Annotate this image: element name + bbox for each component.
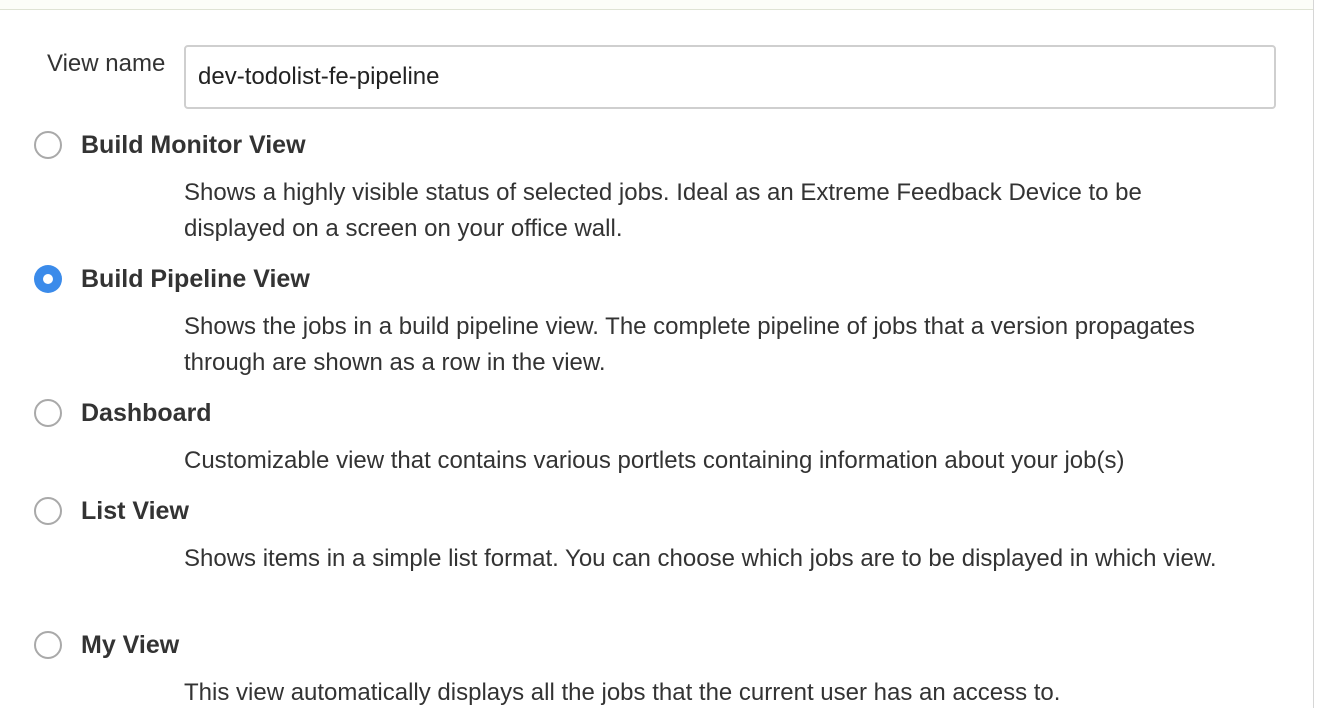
radio-dashboard[interactable] — [34, 399, 62, 427]
radio-list-view[interactable] — [34, 497, 62, 525]
option-description: Shows the jobs in a build pipeline view.… — [184, 313, 1195, 376]
option-description: Customizable view that contains various … — [184, 447, 1125, 474]
radio-build-monitor-view[interactable] — [34, 131, 62, 159]
option-description: Shows items in a simple list format. You… — [184, 545, 1217, 572]
option-description: Shows a highly visible status of selecte… — [184, 179, 1142, 242]
option-title[interactable]: List View — [81, 497, 189, 525]
option-title[interactable]: Build Pipeline View — [81, 265, 310, 293]
option-title[interactable]: Dashboard — [81, 399, 212, 427]
radio-my-view[interactable] — [34, 631, 62, 659]
option-title[interactable]: My View — [81, 631, 179, 659]
radio-build-pipeline-view[interactable] — [34, 265, 62, 293]
view-name-label: View name — [47, 50, 166, 77]
top-strip — [0, 0, 1322, 10]
option-description: This view automatically displays all the… — [184, 679, 1061, 706]
page-gutter — [1314, 0, 1322, 708]
view-name-input[interactable] — [184, 45, 1276, 109]
option-title[interactable]: Build Monitor View — [81, 131, 306, 159]
